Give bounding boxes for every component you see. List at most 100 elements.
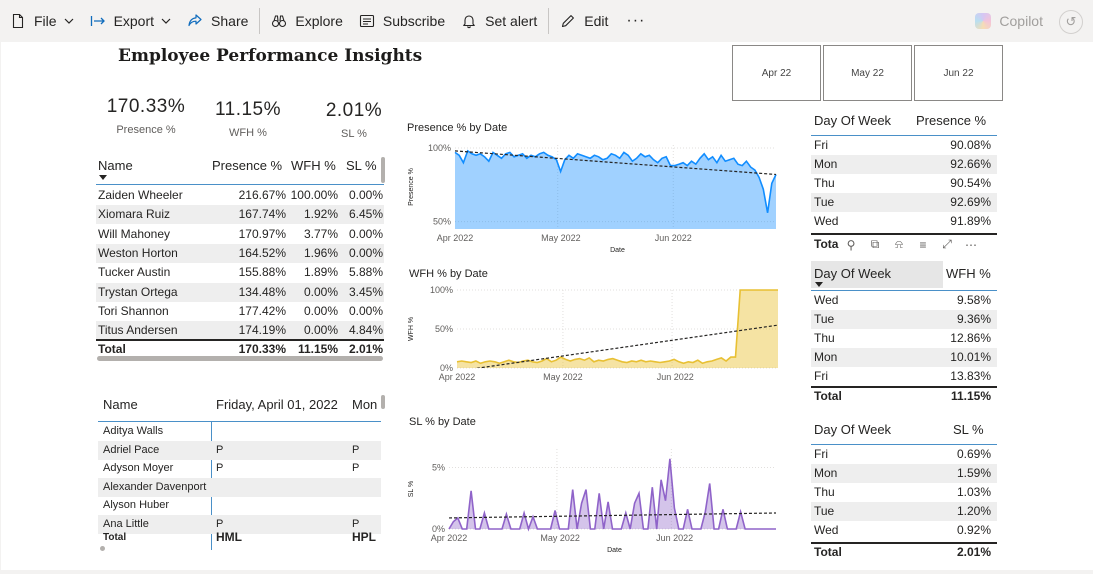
matrix-row[interactable]: Adriel Pace P P [98, 440, 381, 460]
table-row[interactable]: Tori Shannon 177.42% 0.00% 0.00% [96, 302, 384, 321]
slicer-tile-apr[interactable]: Apr 22 [732, 45, 821, 101]
table-row[interactable]: Mon 92.66% [811, 155, 997, 175]
file-menu[interactable]: File [0, 0, 82, 42]
column-header-presence[interactable]: Presence % [212, 158, 282, 173]
table-row[interactable]: Fri 13.83% [811, 367, 997, 386]
copy-icon[interactable]: ⧉ [868, 237, 882, 252]
series-line[interactable] [448, 458, 776, 532]
value-cell: 1.20% [956, 504, 991, 519]
toolbar-divider [259, 8, 261, 34]
table-row[interactable]: Xiomara Ruiz 167.74% 1.92% 6.45% [96, 205, 384, 225]
explore-button[interactable]: Explore [263, 0, 350, 42]
matrix-header-date-2[interactable]: Mon [352, 397, 377, 412]
table-cell: 170.97% [238, 226, 286, 241]
chevron-down-icon [64, 18, 73, 24]
table-row[interactable]: Wed 9.58% [811, 291, 997, 310]
table-scrollbar-vertical[interactable] [381, 157, 385, 183]
set-alert-button[interactable]: Set alert [453, 0, 545, 42]
value-cell: 1.59% [956, 466, 991, 481]
matrix-row[interactable]: Adyson Moyer P P [98, 459, 381, 478]
table-cell: 0.00% [349, 226, 384, 241]
matrix-row[interactable]: Alexander Davenport [98, 477, 381, 497]
column-header-wfh[interactable]: WFH % [291, 158, 336, 173]
table-cell: Titus Andersen [98, 323, 178, 338]
pin-icon[interactable]: ⚲ [844, 238, 858, 252]
trend-line [449, 512, 776, 519]
column-header-name[interactable]: Name [98, 158, 133, 173]
day-table-wfh: Day Of Week WFH % Wed 9.58% Tue 9.36% Thu 12.… [811, 261, 997, 409]
column-header-wfh[interactable]: WFH % [946, 266, 991, 281]
value-cell: 10.01% [950, 350, 991, 365]
table-cell: 0.00% [349, 303, 384, 318]
edit-button[interactable]: Edit [552, 0, 616, 42]
value-cell: 91.89% [950, 214, 991, 229]
bell-icon[interactable]: ⍾ [892, 237, 906, 252]
table-row[interactable]: Wed 0.92% [811, 521, 997, 540]
subscribe-button[interactable]: Subscribe [351, 0, 453, 42]
table-row[interactable]: Fri 0.69% [811, 445, 997, 464]
subscribe-icon [359, 14, 374, 28]
matrix-total-cell: HML [216, 530, 242, 544]
table-row[interactable]: Thu 90.54% [811, 174, 997, 193]
table-cell: 164.52% [238, 245, 286, 260]
table-row[interactable]: Tue 92.69% [811, 193, 997, 213]
x-tick-label: May 2022 [543, 372, 583, 382]
series-line[interactable] [456, 289, 778, 365]
sl-area-chart[interactable]: 5%0%Apr 2022 May 2022 Jun 2022DateSL % [405, 437, 783, 557]
sort-desc-icon[interactable] [815, 282, 823, 287]
table-row[interactable]: Zaiden Wheeler 216.67% 100.00% 0.00% [96, 186, 384, 205]
slicer-tile-may[interactable]: May 22 [823, 45, 912, 101]
matrix-scrollbar-horizontal[interactable] [100, 546, 105, 551]
table-row[interactable]: Tue 1.20% [811, 502, 997, 522]
wfh-area-chart[interactable]: 100%50%0%Apr 2022May 2022Jun 2022DateWFH… [405, 284, 783, 384]
sort-desc-icon[interactable] [99, 175, 107, 180]
table-row[interactable]: Will Mahoney 170.97% 3.77% 0.00% [96, 225, 384, 244]
day-cell: Fri [814, 369, 828, 384]
column-header-day[interactable]: Day Of Week [814, 422, 891, 437]
table-row[interactable]: Thu 1.03% [811, 483, 997, 502]
focus-mode-icon[interactable]: ⤢ [940, 237, 954, 252]
subscribe-label: Subscribe [382, 13, 446, 29]
presence-area-chart[interactable]: 100% 50% Apr 2022 May 2022 Jun 2022 Date Prese… [405, 137, 783, 257]
table-row[interactable]: Tucker Austin 155.88% 1.89% 5.88% [96, 263, 384, 282]
table-row[interactable]: Wed 91.89% [811, 212, 997, 231]
share-button[interactable]: Share [179, 0, 256, 42]
column-header-day[interactable]: Day Of Week [814, 266, 891, 281]
table-row[interactable]: Trystan Ortega 134.48% 0.00% 3.45% [96, 282, 384, 302]
matrix-scrollbar-vertical[interactable] [381, 395, 385, 409]
table-row[interactable]: Weston Horton 164.52% 1.96% 0.00% [96, 243, 384, 263]
matrix-total-cell: HPL [352, 530, 376, 544]
table-row[interactable]: Titus Andersen 174.19% 0.00% 4.84% [96, 321, 384, 341]
reset-icon[interactable]: ↺ [1059, 10, 1083, 34]
matrix-total-label: Total [103, 532, 127, 543]
column-header-day[interactable]: Day Of Week [814, 113, 891, 128]
matrix-header-name[interactable]: Name [103, 397, 138, 412]
table-row[interactable]: Thu 12.86% [811, 329, 997, 348]
matrix-cell: Alexander Davenport [103, 480, 207, 493]
day-cell: Wed [814, 214, 839, 229]
table-row[interactable]: Mon 1.59% [811, 464, 997, 484]
column-header-sl[interactable]: SL % [346, 158, 377, 173]
export-menu[interactable]: Export [82, 0, 179, 42]
series-area[interactable] [449, 458, 776, 529]
value-cell: 90.54% [950, 176, 991, 191]
kpi-value: 11.15% [214, 99, 282, 120]
more-options-icon[interactable]: ⋯ [964, 238, 978, 252]
filter-icon[interactable]: ≡ [916, 238, 930, 252]
attendance-matrix: Name Friday, April 01, 2022 Mon Aditya W… [98, 392, 381, 550]
slicer-tile-jun[interactable]: Jun 22 [914, 45, 1003, 101]
table-row[interactable]: Fri 90.08% [811, 136, 997, 155]
table-row[interactable]: Mon 10.01% [811, 348, 997, 368]
copilot-button[interactable]: Copilot [975, 0, 1043, 42]
more-options-button[interactable]: ··· [616, 0, 655, 42]
table-row[interactable]: Tue 9.36% [811, 310, 997, 330]
column-header-presence[interactable]: Presence % [916, 113, 986, 128]
day-cell: Tue [814, 195, 835, 210]
matrix-row[interactable]: Alyson Huber [98, 496, 381, 515]
table-cell: 174.19% [238, 323, 286, 338]
y-tick-label: 50% [435, 324, 453, 334]
column-header-sl[interactable]: SL % [953, 422, 984, 437]
table-scrollbar-horizontal[interactable] [97, 356, 383, 361]
matrix-header-date[interactable]: Friday, April 01, 2022 [216, 397, 338, 412]
matrix-row[interactable]: Aditya Walls [98, 422, 381, 441]
